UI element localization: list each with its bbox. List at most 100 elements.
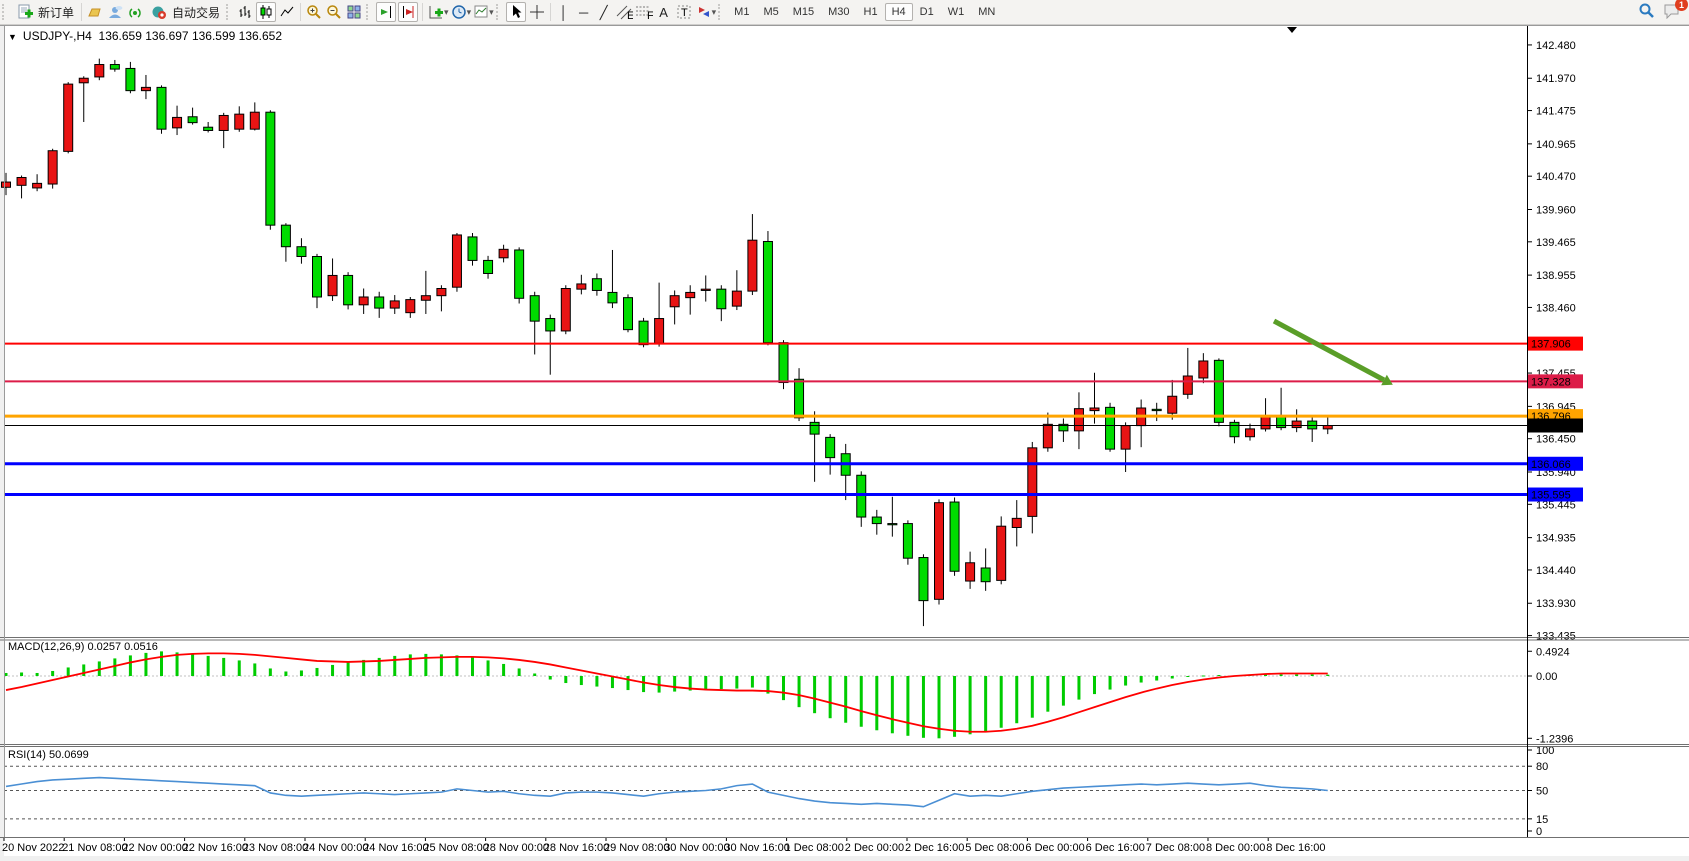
svg-text:2 Dec 16:00: 2 Dec 16:00	[905, 842, 964, 854]
gold-icon[interactable]	[86, 3, 104, 21]
auto-trading-button[interactable]: 自动交易	[145, 1, 224, 23]
text-label-tool-icon[interactable]: T	[675, 3, 693, 21]
svg-text:0.4924: 0.4924	[1536, 646, 1570, 658]
add-indicator-icon[interactable]	[427, 3, 445, 21]
separator	[550, 3, 551, 21]
vertical-line-tool-icon[interactable]: │	[555, 3, 573, 21]
svg-text:135.595: 135.595	[1531, 490, 1571, 502]
cursor-icon[interactable]	[506, 2, 526, 22]
svg-text:140.965: 140.965	[1536, 139, 1576, 151]
svg-text:28 Nov 00:00: 28 Nov 00:00	[484, 842, 549, 854]
svg-text:1 Dec 08:00: 1 Dec 08:00	[785, 842, 844, 854]
auto-trading-icon	[150, 3, 168, 21]
search-icon[interactable]	[1638, 2, 1655, 22]
text-tool-icon[interactable]: A	[655, 3, 673, 21]
svg-text:141.970: 141.970	[1536, 73, 1576, 85]
svg-text:30 Nov 16:00: 30 Nov 16:00	[724, 842, 789, 854]
new-order-icon	[16, 3, 34, 21]
svg-text:80: 80	[1536, 761, 1548, 773]
chevron-down-icon[interactable]: ▾	[712, 8, 717, 17]
chart-title: ▼ USDJPY-,H4 136.659 136.697 136.599 136.…	[8, 29, 282, 43]
tab-timeframe-m1[interactable]: M1	[727, 3, 756, 21]
svg-text:139.465: 139.465	[1536, 237, 1576, 249]
svg-text:6 Dec 00:00: 6 Dec 00:00	[1025, 842, 1084, 854]
svg-text:30 Nov 00:00: 30 Nov 00:00	[664, 842, 729, 854]
svg-text:T: T	[681, 7, 688, 19]
trendline-tool-icon[interactable]: ╱	[595, 3, 613, 21]
period-clock-icon[interactable]	[450, 3, 468, 21]
svg-text:23 Nov 08:00: 23 Nov 08:00	[243, 842, 308, 854]
svg-text:24 Nov 00:00: 24 Nov 00:00	[303, 842, 368, 854]
svg-text:137.328: 137.328	[1531, 376, 1571, 388]
toolbar-grip	[226, 4, 233, 20]
chevron-down-icon[interactable]: ▾	[467, 8, 472, 17]
svg-text:137.906: 137.906	[1531, 339, 1571, 351]
chart-shift-icon[interactable]	[398, 2, 418, 22]
channel-tool-icon[interactable]: E	[615, 3, 633, 21]
svg-text:6 Dec 16:00: 6 Dec 16:00	[1086, 842, 1145, 854]
svg-text:136.450: 136.450	[1536, 434, 1576, 446]
svg-text:133.930: 133.930	[1536, 598, 1576, 610]
crosshair-icon[interactable]	[528, 3, 546, 21]
bar-chart-icon[interactable]	[236, 3, 254, 21]
chat-icon[interactable]: 1	[1663, 2, 1681, 22]
toolbar-grip	[366, 4, 373, 20]
new-order-button[interactable]: 新订单	[11, 1, 78, 23]
templates-icon[interactable]	[472, 3, 490, 21]
notification-badge: 1	[1675, 0, 1688, 11]
svg-text:15: 15	[1536, 814, 1548, 826]
tab-timeframe-m30[interactable]: M30	[821, 3, 856, 21]
tab-timeframe-m5[interactable]: M5	[756, 3, 785, 21]
tab-timeframe-mn[interactable]: MN	[971, 3, 1002, 21]
svg-text:7 Dec 08:00: 7 Dec 08:00	[1146, 842, 1205, 854]
svg-text:138.955: 138.955	[1536, 270, 1576, 282]
fibonacci-tool-icon[interactable]: F	[635, 3, 653, 21]
chevron-down-icon[interactable]: ▾	[489, 8, 494, 17]
zoom-out-icon[interactable]	[325, 3, 343, 21]
tab-timeframe-h4[interactable]: H4	[885, 3, 913, 21]
horizontal-line-tool-icon[interactable]: ─	[575, 3, 593, 21]
toolbar: 新订单 自动交易 ▾	[0, 0, 1689, 25]
candlestick-chart-icon[interactable]	[256, 2, 276, 22]
svg-text:8 Dec 16:00: 8 Dec 16:00	[1266, 842, 1325, 854]
rsi-indicator-label: RSI(14) 50.0699	[8, 749, 89, 761]
svg-text:24 Nov 16:00: 24 Nov 16:00	[363, 842, 428, 854]
tab-timeframe-h1[interactable]: H1	[857, 3, 885, 21]
svg-text:22 Nov 00:00: 22 Nov 00:00	[122, 842, 187, 854]
auto-scroll-icon[interactable]	[376, 2, 396, 22]
svg-text:21 Nov 08:00: 21 Nov 08:00	[62, 842, 127, 854]
rsi-name: RSI(14)	[8, 749, 46, 761]
chevron-down-icon[interactable]: ▾	[444, 8, 449, 17]
zoom-in-icon[interactable]	[305, 3, 323, 21]
community-profile-icon[interactable]	[106, 3, 124, 21]
svg-text:20 Nov 2022: 20 Nov 2022	[2, 842, 64, 854]
svg-text:134.440: 134.440	[1536, 565, 1576, 577]
svg-text:134.935: 134.935	[1536, 533, 1576, 545]
tile-windows-icon[interactable]	[345, 3, 363, 21]
toolbar-grip	[2, 4, 9, 20]
svg-text:139.960: 139.960	[1536, 204, 1576, 216]
svg-text:E: E	[627, 10, 633, 20]
separator	[81, 3, 82, 21]
tab-timeframe-m15[interactable]: M15	[786, 3, 821, 21]
tab-timeframe-w1[interactable]: W1	[941, 3, 972, 21]
line-chart-icon[interactable]	[278, 3, 296, 21]
rsi-current-value: 50.0699	[49, 749, 89, 761]
toolbar-grip	[496, 4, 503, 20]
window-menu-icon[interactable]: ▼	[8, 32, 17, 42]
svg-text:141.475: 141.475	[1536, 106, 1576, 118]
tab-timeframe-d1[interactable]: D1	[913, 3, 941, 21]
svg-text:22 Nov 16:00: 22 Nov 16:00	[183, 842, 248, 854]
svg-text:142.480: 142.480	[1536, 40, 1576, 52]
chart-canvas[interactable]: 142.480141.970141.475140.965140.470139.9…	[0, 0, 1689, 861]
svg-text:136.652: 136.652	[1531, 421, 1571, 433]
signals-icon[interactable]	[126, 3, 144, 21]
svg-text:25 Nov 08:00: 25 Nov 08:00	[423, 842, 488, 854]
new-order-label: 新订单	[38, 4, 74, 21]
arrows-tool-icon[interactable]	[695, 3, 713, 21]
macd-current-values: 0.0257 0.0516	[87, 641, 157, 653]
svg-text:29 Nov 08:00: 29 Nov 08:00	[604, 842, 669, 854]
ohlc-values: 136.659 136.697 136.599 136.652	[99, 29, 283, 43]
svg-text:50: 50	[1536, 786, 1548, 798]
symbol-timeframe: USDJPY-,H4	[23, 29, 92, 43]
